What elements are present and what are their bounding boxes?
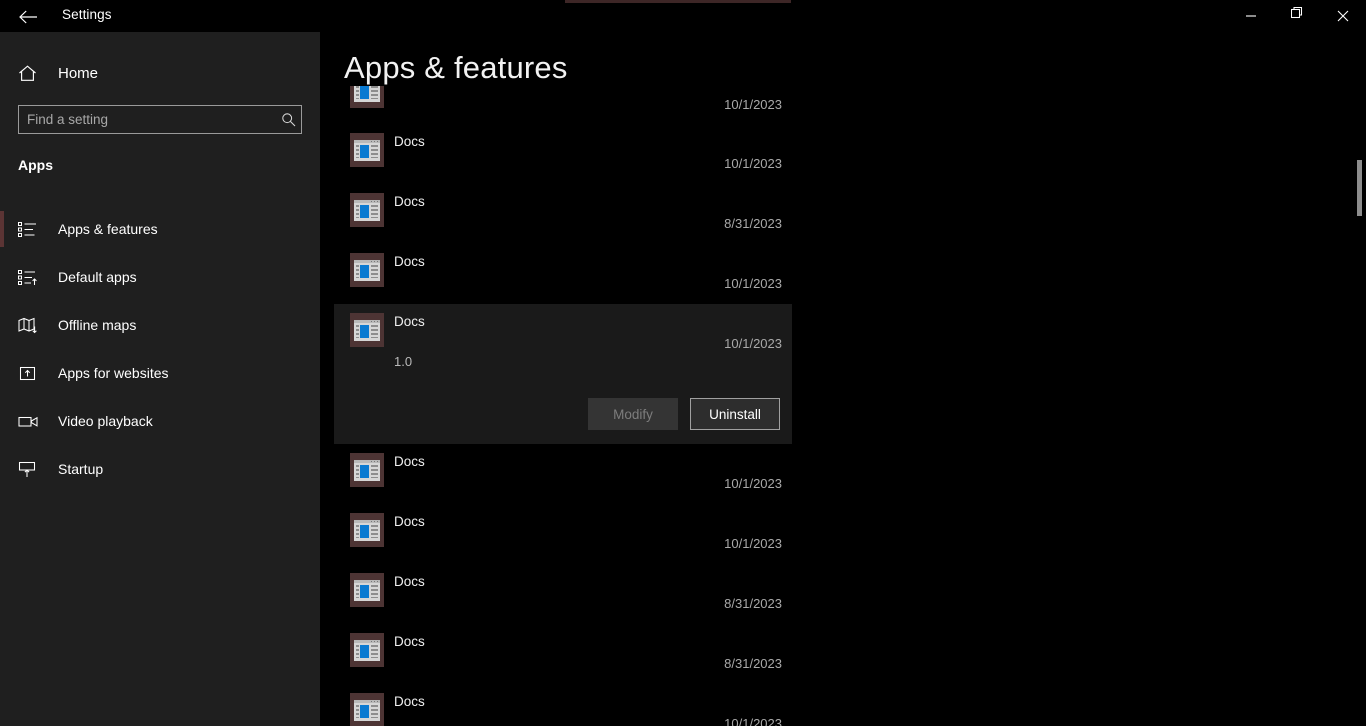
app-row[interactable]: Docs10/1/2023 bbox=[334, 86, 792, 124]
box-arrow-up-icon bbox=[18, 365, 40, 382]
search-box[interactable] bbox=[18, 105, 302, 134]
sidebar-item-apps-features[interactable]: Apps & features bbox=[0, 205, 320, 253]
sidebar-item-home-label: Home bbox=[58, 64, 99, 82]
app-name: Docs bbox=[394, 694, 425, 709]
scrollbar-thumb[interactable] bbox=[1357, 160, 1362, 216]
search-input[interactable] bbox=[19, 106, 275, 133]
sidebar: Home Apps bbox=[0, 0, 320, 726]
docs-app-icon bbox=[350, 693, 384, 726]
docs-app-icon bbox=[350, 513, 384, 547]
docs-app-icon bbox=[350, 193, 384, 227]
sidebar-section-title: Apps bbox=[18, 157, 53, 173]
window-title: Settings bbox=[62, 7, 112, 22]
sidebar-item-home[interactable]: Home bbox=[0, 56, 320, 90]
close-button[interactable] bbox=[1320, 0, 1366, 32]
scrollbar[interactable] bbox=[1352, 40, 1366, 726]
sidebar-item-startup[interactable]: Startup bbox=[0, 445, 320, 493]
docs-app-icon bbox=[350, 253, 384, 287]
sidebar-nav-list: Apps & features Default apps Offline map… bbox=[0, 205, 320, 493]
app-row[interactable]: Docs 10/1/2023 bbox=[334, 124, 792, 184]
home-icon bbox=[18, 64, 40, 82]
sidebar-item-default-apps[interactable]: Default apps bbox=[0, 253, 320, 301]
app-install-date: 10/1/2023 bbox=[724, 276, 782, 291]
app-row[interactable]: Docs 10/1/2023 bbox=[334, 244, 792, 304]
app-name: Docs bbox=[394, 574, 425, 589]
main-content: Apps & features Docs10/1/2023Docs10/1/20… bbox=[320, 0, 1366, 726]
settings-window: Settings Home Find a setting Apps Apps &… bbox=[0, 0, 1366, 726]
app-name: Docs bbox=[394, 454, 425, 469]
app-name: Docs bbox=[394, 314, 425, 329]
sidebar-item-label: Apps for websites bbox=[58, 365, 169, 381]
sidebar-item-apps-for-websites[interactable]: Apps for websites bbox=[0, 349, 320, 397]
app-row[interactable]: Docs 10/1/2023 bbox=[334, 504, 792, 564]
docs-app-icon bbox=[350, 133, 384, 167]
sidebar-item-video-playback[interactable]: Video playback bbox=[0, 397, 320, 445]
monitor-arrow-up-icon bbox=[18, 461, 40, 478]
app-row[interactable]: Docs 8/31/2023 bbox=[334, 564, 792, 624]
app-actions: Modify Uninstall bbox=[334, 398, 780, 430]
video-camera-icon bbox=[18, 413, 40, 430]
selection-accent-bar bbox=[0, 211, 4, 247]
app-name: Docs bbox=[394, 194, 425, 209]
app-row[interactable]: Docs 8/31/2023 bbox=[334, 624, 792, 684]
docs-app-icon bbox=[350, 453, 384, 487]
back-button[interactable] bbox=[8, 2, 48, 32]
docs-app-icon bbox=[350, 633, 384, 667]
apps-list: Docs10/1/2023Docs10/1/2023Docs8/31/2023D… bbox=[334, 86, 1366, 726]
list-arrow-icon bbox=[18, 269, 40, 286]
sidebar-item-label: Startup bbox=[58, 461, 104, 477]
sidebar-item-label: Offline maps bbox=[58, 317, 137, 333]
app-install-date: 10/1/2023 bbox=[724, 716, 782, 726]
page-title: Apps & features bbox=[344, 50, 568, 85]
app-row[interactable]: Docs 10/1/2023 bbox=[334, 444, 792, 504]
restore-button[interactable] bbox=[1274, 0, 1320, 32]
app-name: Docs bbox=[394, 634, 425, 649]
list-bullet-icon bbox=[18, 221, 40, 238]
title-bar-accent-strip bbox=[565, 0, 791, 3]
app-row[interactable]: Docs 8/31/2023 bbox=[334, 184, 792, 244]
app-install-date: 10/1/2023 bbox=[724, 97, 782, 112]
uninstall-button[interactable]: Uninstall bbox=[690, 398, 780, 430]
app-row[interactable]: Docs 10/1/2023 bbox=[334, 684, 792, 726]
app-version: 1.0 bbox=[394, 354, 413, 369]
back-arrow-icon bbox=[18, 10, 38, 24]
search-icon bbox=[275, 112, 301, 127]
app-install-date: 10/1/2023 bbox=[724, 156, 782, 171]
docs-app-icon bbox=[350, 573, 384, 607]
docs-app-icon bbox=[350, 86, 384, 108]
docs-app-icon bbox=[350, 313, 384, 347]
app-install-date: 10/1/2023 bbox=[724, 336, 782, 351]
app-install-date: 8/31/2023 bbox=[724, 596, 782, 611]
app-name: Docs bbox=[394, 514, 425, 529]
sidebar-item-label: Apps & features bbox=[58, 221, 158, 237]
modify-button[interactable]: Modify bbox=[588, 398, 678, 430]
app-row-selected[interactable]: Docs 10/1/2023 1.0 Modify Uninstall bbox=[334, 304, 792, 444]
app-install-date: 10/1/2023 bbox=[724, 476, 782, 491]
window-controls bbox=[1228, 0, 1366, 32]
app-install-date: 8/31/2023 bbox=[724, 216, 782, 231]
map-download-icon bbox=[18, 317, 40, 334]
sidebar-item-offline-maps[interactable]: Offline maps bbox=[0, 301, 320, 349]
app-install-date: 8/31/2023 bbox=[724, 656, 782, 671]
sidebar-item-label: Video playback bbox=[58, 413, 153, 429]
app-name: Docs bbox=[394, 134, 425, 149]
app-install-date: 10/1/2023 bbox=[724, 536, 782, 551]
sidebar-item-label: Default apps bbox=[58, 269, 137, 285]
app-name: Docs bbox=[394, 254, 425, 269]
title-bar: Settings bbox=[0, 0, 1366, 32]
minimize-button[interactable] bbox=[1228, 0, 1274, 32]
restore-icon bbox=[1290, 6, 1304, 25]
